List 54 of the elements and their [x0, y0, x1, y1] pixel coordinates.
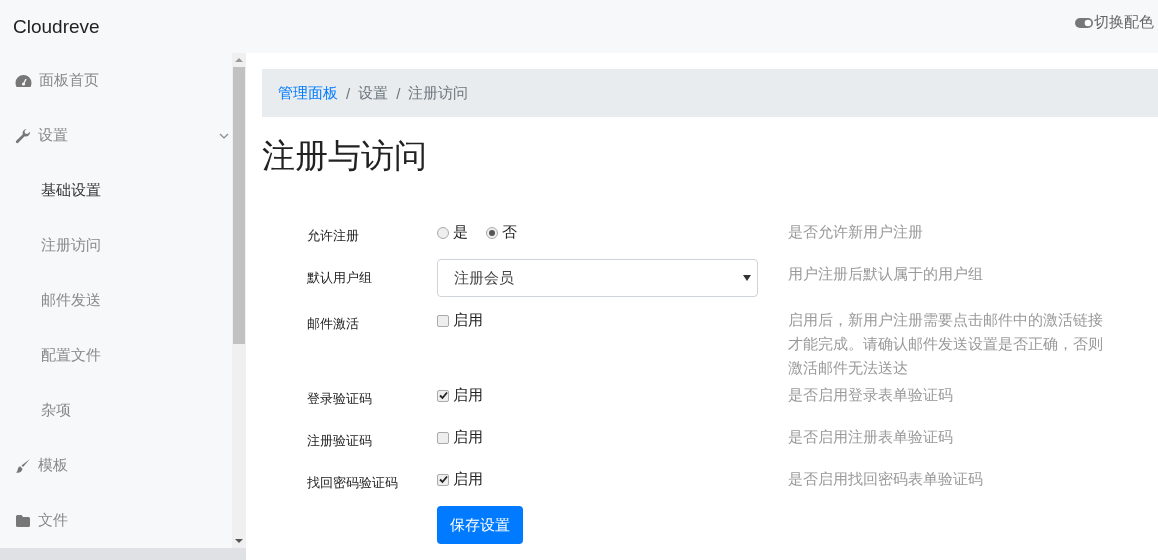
scrollbar-thumb[interactable]: [233, 67, 245, 344]
radio-button[interactable]: [437, 226, 449, 239]
theme-toggle-button[interactable]: 切换配色: [1075, 13, 1158, 32]
sidebar-item[interactable]: 文件: [0, 493, 232, 548]
sidebar-subitem[interactable]: 注册访问: [0, 218, 232, 273]
toggle-icon: [1075, 17, 1093, 28]
sidebar-item-label: 模板: [38, 456, 68, 475]
breadcrumb-separator: /: [396, 84, 401, 102]
sidebar-item[interactable]: 设置: [0, 108, 232, 163]
field-label: 登录验证码: [307, 390, 373, 408]
checkbox[interactable]: [437, 431, 449, 444]
field-label: 允许注册: [307, 227, 360, 245]
breadcrumb-item: 注册访问: [408, 83, 469, 103]
sidebar-item-label: 设置: [38, 126, 68, 145]
sidebar-subitem[interactable]: 配置文件: [0, 328, 232, 383]
brush-icon: [15, 457, 31, 474]
field-help-text: 是否启用找回密码表单验证码: [788, 469, 984, 489]
sidebar-item[interactable]: 面板首页: [0, 53, 232, 108]
radio-option[interactable]: 否: [486, 223, 517, 242]
field-help-text: 是否启用登录表单验证码: [788, 385, 954, 405]
checkbox-option[interactable]: 启用: [437, 386, 483, 405]
field-help-text: 启用后，新用户注册需要点击邮件中的激活链接才能完成。请确认邮件发送设置是否正确，否则激活邮件无法送达: [788, 310, 1104, 378]
group-select[interactable]: 注册会员: [437, 259, 758, 297]
brand-name: Cloudreve: [13, 15, 100, 38]
radio-button[interactable]: [486, 226, 498, 239]
sidebar-subitem[interactable]: 基础设置: [0, 163, 232, 218]
wrench-icon: [15, 127, 31, 144]
field-label: 邮件激活: [307, 315, 360, 333]
checkbox-option[interactable]: 启用: [437, 428, 483, 447]
save-button[interactable]: 保存设置: [437, 506, 523, 544]
checkbox[interactable]: [437, 473, 449, 486]
breadcrumb-separator: /: [346, 84, 351, 102]
field-label: 找回密码验证码: [307, 474, 399, 492]
dashboard-icon: [15, 73, 32, 88]
checkbox[interactable]: [437, 314, 449, 327]
checkbox[interactable]: [437, 389, 449, 402]
folder-icon: [15, 513, 31, 528]
breadcrumb-item: 设置: [358, 83, 389, 103]
field-help-text: 是否允许新用户注册: [788, 222, 924, 242]
field-label: 注册验证码: [307, 432, 373, 450]
sidebar-subitem[interactable]: 杂项: [0, 383, 232, 438]
page-title: 注册与访问: [262, 136, 428, 176]
breadcrumb-link[interactable]: 管理面板: [278, 83, 338, 103]
checkbox-option[interactable]: 启用: [437, 311, 483, 330]
checkbox-option[interactable]: 启用: [437, 470, 483, 489]
caret-icon: [743, 275, 751, 281]
sidebar-item[interactable]: 模板: [0, 438, 232, 493]
sidebar-item-label: 文件: [38, 511, 68, 530]
field-label: 默认用户组: [307, 269, 373, 287]
sidebar-subitem[interactable]: 邮件发送: [0, 273, 232, 328]
field-help-text: 用户注册后默认属于的用户组: [788, 264, 984, 284]
sidebar-item-label: 面板首页: [39, 71, 99, 90]
field-help-text: 是否启用注册表单验证码: [788, 427, 954, 447]
radio-option[interactable]: 是: [437, 223, 468, 242]
